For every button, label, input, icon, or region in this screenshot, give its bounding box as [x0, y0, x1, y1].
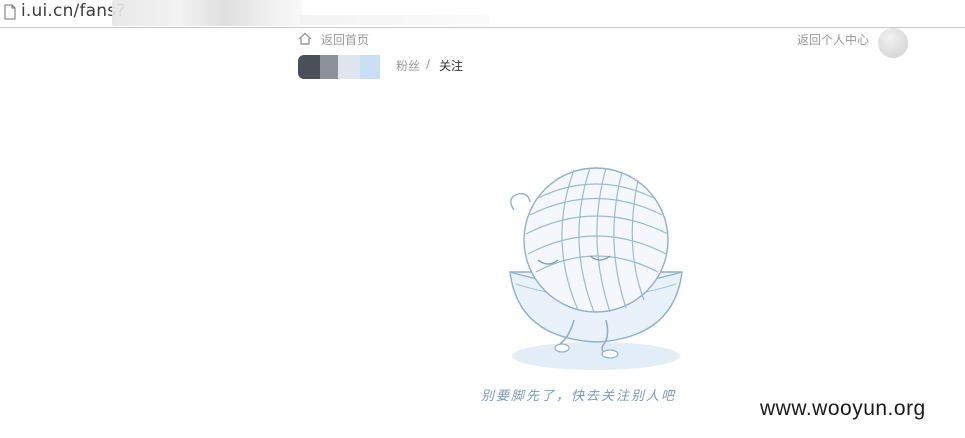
url-redacted-area	[112, 0, 302, 26]
username-redacted	[298, 55, 382, 79]
avatar[interactable]	[878, 28, 908, 58]
page-icon	[4, 4, 16, 20]
browser-address-bar[interactable]: i.ui.cn/fans?	[0, 0, 965, 28]
home-icon[interactable]	[298, 32, 312, 45]
back-home-link[interactable]: 返回首页	[321, 31, 369, 48]
breadcrumb-follow-current: 关注	[439, 59, 464, 73]
watermark: www.wooyun.org	[760, 397, 926, 420]
back-personal-center-link[interactable]: 返回个人中心	[797, 31, 869, 48]
breadcrumb-separator: /	[426, 57, 431, 71]
yarn-ball-character-icon	[509, 167, 683, 370]
breadcrumb-fans-link[interactable]: 粉丝	[396, 57, 420, 74]
url-redacted-area-tail	[300, 15, 490, 25]
empty-state-message: 别要脚先了，快去关注别人吧	[481, 389, 677, 404]
url-text[interactable]: i.ui.cn/fans?	[21, 1, 126, 21]
